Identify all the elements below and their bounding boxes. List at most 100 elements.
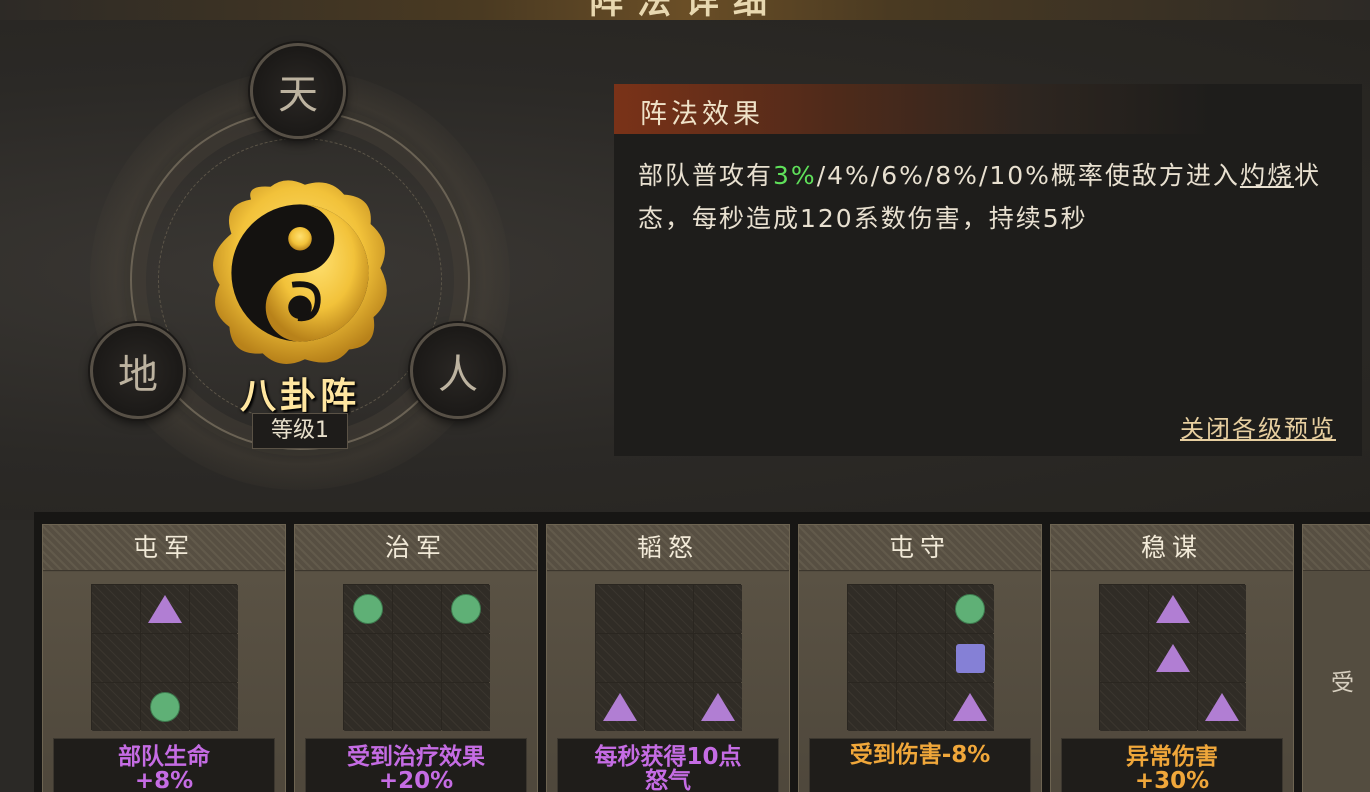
grid-cell xyxy=(442,634,490,682)
grid-cell xyxy=(645,683,693,731)
card-title: 治军 xyxy=(295,525,537,571)
grid-cell xyxy=(442,585,490,633)
grid-cell xyxy=(596,683,644,731)
grid-cell xyxy=(92,683,140,731)
grid-cell xyxy=(694,683,742,731)
grid-cell xyxy=(897,585,945,633)
grid-cell xyxy=(190,585,238,633)
grid-cell xyxy=(190,683,238,731)
grid-cell xyxy=(141,585,189,633)
grid-cell xyxy=(596,634,644,682)
card-title: 屯守 xyxy=(799,525,1041,571)
grid-cell xyxy=(1100,585,1148,633)
triangle-marker-icon xyxy=(1156,595,1190,623)
card-bonus: 部队生命 +8% xyxy=(53,738,275,792)
grid-cell xyxy=(848,634,896,682)
burn-status-link[interactable]: 灼烧 xyxy=(1240,161,1294,190)
taiji-icon xyxy=(213,180,387,364)
title-bar: 阵法详细 xyxy=(0,0,1370,20)
close-level-preview-link[interactable]: 关闭各级预览 xyxy=(1180,409,1336,444)
grid-cell xyxy=(1149,585,1197,633)
circle-marker-icon xyxy=(353,594,383,624)
grid-cell xyxy=(694,634,742,682)
grid-cell xyxy=(645,585,693,633)
node-human[interactable]: 人 xyxy=(410,323,506,419)
grid-cell xyxy=(848,585,896,633)
card-title: 屯军 xyxy=(43,525,285,571)
effect-panel: 阵法效果 部队普攻有3%/4%/6%/8%/10%概率使敌方进入灼烧状态，每秒造… xyxy=(614,84,1362,456)
triangle-marker-icon xyxy=(603,693,637,721)
formation-grid xyxy=(343,584,490,731)
earth-glyph: 地 xyxy=(118,352,158,398)
card-body: 受到治疗效果 +20% xyxy=(295,572,537,792)
formation-grid xyxy=(1099,584,1246,731)
circle-marker-icon xyxy=(150,692,180,722)
grid-cell xyxy=(92,585,140,633)
triangle-marker-icon xyxy=(701,693,735,721)
formation-cards-strip[interactable]: 稳谋 异常伤害 +30% 屯守 受到伤害-8% 韬怒 每秒获得10点 怒气 治军 受到治疗效果… xyxy=(34,512,1370,792)
effect-title: 阵法效果 xyxy=(640,99,764,130)
formation-grid xyxy=(91,584,238,731)
grid-cell xyxy=(848,683,896,731)
level-badge: 等级1 xyxy=(252,413,348,449)
formation-card-partial[interactable]: 受 xyxy=(1302,524,1370,792)
triangle-marker-icon xyxy=(953,693,987,721)
page-title: 阵法详细 xyxy=(589,0,781,20)
heaven-glyph: 天 xyxy=(278,72,318,118)
card-bonus-partial: 受 xyxy=(1331,670,1354,696)
effect-text-prefix: 部队普攻有 xyxy=(638,161,774,190)
card-body: 异常伤害 +30% xyxy=(1051,572,1293,792)
grid-cell xyxy=(897,683,945,731)
grid-cell xyxy=(92,634,140,682)
grid-cell xyxy=(344,683,392,731)
grid-cell xyxy=(141,683,189,731)
card-title: 稳谋 xyxy=(1051,525,1293,571)
grid-cell xyxy=(1100,634,1148,682)
card-bonus: 每秒获得10点 怒气 xyxy=(557,738,779,792)
formation-name: 八卦阵 xyxy=(239,376,360,417)
square-marker-icon xyxy=(955,643,985,673)
circle-marker-icon xyxy=(451,594,481,624)
card-title: 韬怒 xyxy=(547,525,789,571)
formation-card[interactable]: 治军受到治疗效果 +20% xyxy=(294,524,538,792)
effect-description: 部队普攻有3%/4%/6%/8%/10%概率使敌方进入灼烧状态，每秒造成120系… xyxy=(638,154,1338,240)
grid-cell xyxy=(393,683,441,731)
triangle-marker-icon xyxy=(148,595,182,623)
formation-card[interactable]: 屯军部队生命 +8% xyxy=(42,524,286,792)
grid-cell xyxy=(946,683,994,731)
formation-card[interactable]: 稳谋异常伤害 +30% xyxy=(1050,524,1294,792)
grid-cell xyxy=(946,585,994,633)
grid-cell xyxy=(1149,683,1197,731)
node-heaven[interactable]: 天 xyxy=(250,43,346,139)
triangle-marker-icon xyxy=(1156,644,1190,672)
triangle-marker-icon xyxy=(1205,693,1239,721)
grid-cell xyxy=(1149,634,1197,682)
grid-cell xyxy=(596,585,644,633)
grid-cell xyxy=(1198,585,1246,633)
formation-grid xyxy=(595,584,742,731)
grid-cell xyxy=(897,634,945,682)
card-body: 受到伤害-8% xyxy=(799,572,1041,792)
formation-grid xyxy=(847,584,994,731)
effect-text-mid: /4%/6%/8%/10%概率使敌方进入 xyxy=(816,161,1240,190)
node-earth[interactable]: 地 xyxy=(90,323,186,419)
card-title xyxy=(1303,525,1370,571)
grid-cell xyxy=(393,585,441,633)
grid-cell xyxy=(1100,683,1148,731)
grid-cell xyxy=(946,634,994,682)
grid-cell xyxy=(344,634,392,682)
grid-cell xyxy=(393,634,441,682)
grid-cell xyxy=(1198,683,1246,731)
card-body: 每秒获得10点 怒气 xyxy=(547,572,789,792)
grid-cell xyxy=(694,585,742,633)
formation-card[interactable]: 屯守受到伤害-8% xyxy=(798,524,1042,792)
card-bonus: 异常伤害 +30% xyxy=(1061,738,1283,792)
formation-card[interactable]: 韬怒每秒获得10点 怒气 xyxy=(546,524,790,792)
effect-header: 阵法效果 xyxy=(614,84,1362,134)
grid-cell xyxy=(344,585,392,633)
card-bonus: 受到治疗效果 +20% xyxy=(305,738,527,792)
human-glyph: 人 xyxy=(438,352,478,398)
card-bonus: 受到伤害-8% xyxy=(809,738,1031,792)
formation-emblem: 天 地 人 八卦阵 等级1 xyxy=(80,40,520,490)
grid-cell xyxy=(442,683,490,731)
